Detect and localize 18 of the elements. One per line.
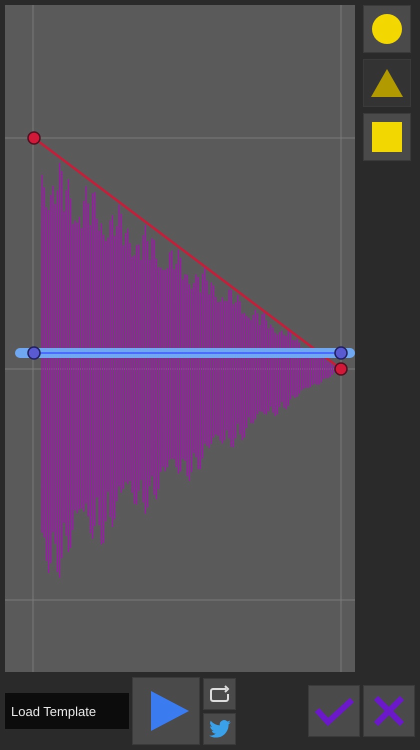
- loop-icon: [208, 684, 230, 702]
- close-icon: [373, 695, 405, 727]
- triangle-wave-button[interactable]: [363, 59, 411, 107]
- load-template-button[interactable]: Load Template: [5, 693, 129, 729]
- pitch-handle[interactable]: [334, 346, 348, 360]
- share-button[interactable]: [203, 712, 236, 744]
- loop-button[interactable]: [203, 678, 236, 710]
- circle-wave-button[interactable]: [363, 5, 411, 53]
- pitch-handle[interactable]: [27, 346, 41, 360]
- play-icon: [151, 691, 189, 731]
- envelope-handle[interactable]: [27, 131, 41, 145]
- square-wave-button[interactable]: [363, 113, 411, 161]
- triangle-icon: [371, 69, 403, 97]
- envelope-handle[interactable]: [334, 362, 348, 376]
- circle-icon: [371, 13, 403, 45]
- square-icon: [372, 122, 402, 152]
- bird-icon: [208, 720, 230, 738]
- checkmark-icon: [314, 696, 354, 726]
